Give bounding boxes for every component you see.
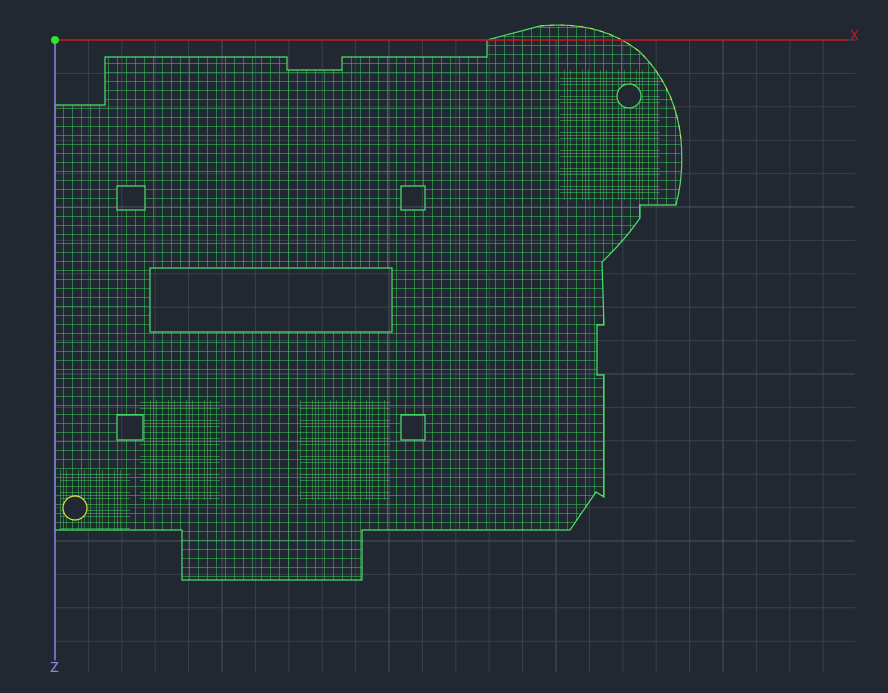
mesh-surface[interactable] (0, 0, 888, 689)
mounting-hole-bottom-left (62, 495, 88, 521)
origin-point[interactable] (51, 36, 59, 44)
mounting-hole-top-right (616, 83, 642, 109)
mesh-viewport[interactable]: X Z (0, 0, 888, 689)
mesh-canvas[interactable]: X Z (0, 0, 888, 689)
z-axis-label: Z (50, 661, 59, 676)
x-axis-label: X (850, 29, 859, 44)
